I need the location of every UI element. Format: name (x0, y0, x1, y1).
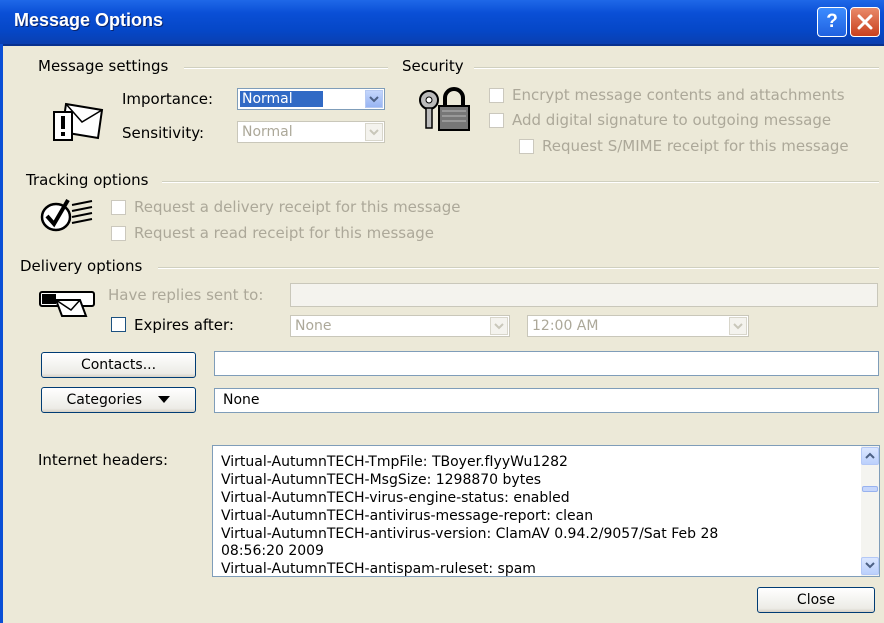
expires-time-select[interactable]: 12:00 AM (527, 315, 749, 337)
smime-receipt-checkbox[interactable] (519, 139, 534, 154)
tracking-options-heading: Tracking options (26, 171, 149, 189)
divider (162, 181, 879, 183)
header-line: Virtual-AutumnTECH-antispam-ruleset: spa… (221, 561, 536, 577)
chevron-down-icon (865, 562, 875, 569)
close-icon (857, 14, 873, 30)
chevron-down-icon (494, 323, 504, 330)
digital-signature-checkbox[interactable] (489, 113, 504, 128)
expires-after-checkbox[interactable] (111, 317, 126, 332)
message-settings-heading: Message settings (38, 57, 169, 75)
chevron-down-icon (733, 323, 743, 330)
chevron-down-icon (369, 96, 379, 103)
expires-date-value: None (295, 318, 332, 334)
importance-label: Importance: (122, 90, 214, 108)
encrypt-checkbox[interactable] (489, 88, 504, 103)
internet-headers-textarea[interactable]: Virtual-AutumnTECH-TmpFile: TBoyer.fIyyW… (212, 445, 880, 577)
hand-envelope-icon (39, 291, 95, 317)
importance-select[interactable]: Normal (237, 88, 385, 110)
window-title: Message Options (14, 10, 164, 30)
internet-headers-label: Internet headers: (38, 451, 169, 469)
security-heading: Security (402, 57, 464, 75)
message-options-dialog: Message Options ? Message settings Impor… (0, 0, 884, 623)
header-line: Virtual-AutumnTECH-antivirus-version: Cl… (221, 526, 719, 542)
sensitivity-label: Sensitivity: (122, 124, 205, 142)
scroll-thumb[interactable] (862, 486, 878, 492)
delivery-receipt-checkbox[interactable] (111, 200, 126, 215)
sensitivity-select[interactable]: Normal (237, 121, 385, 143)
read-receipt-label: Request a read receipt for this message (134, 224, 435, 242)
replies-sent-to-input[interactable] (290, 283, 878, 307)
header-line: Virtual-AutumnTECH-TmpFile: TBoyer.fIyyW… (221, 454, 568, 470)
smime-receipt-label: Request S/MIME receipt for this message (542, 137, 849, 155)
dropdown-button[interactable] (365, 123, 383, 141)
close-window-button[interactable] (850, 7, 880, 37)
categories-value: None (223, 392, 260, 408)
categories-input[interactable]: None (214, 388, 879, 413)
scroll-down-button[interactable] (861, 557, 879, 575)
expires-after-label: Expires after: (134, 316, 234, 334)
header-line: 08:56:20 2009 (221, 543, 324, 559)
window-border (0, 44, 3, 623)
delivery-receipt-label: Request a delivery receipt for this mess… (134, 198, 461, 216)
contacts-button[interactable]: Contacts... (41, 352, 196, 378)
close-button[interactable]: Close (757, 587, 875, 613)
title-bar[interactable]: Message Options ? (0, 0, 884, 46)
header-line: Virtual-AutumnTECH-antivirus-message-rep… (221, 508, 594, 524)
categories-button[interactable]: Categories (41, 387, 196, 413)
chevron-up-icon (865, 452, 875, 459)
header-line: Virtual-AutumnTECH-virus-engine-status: … (221, 490, 570, 506)
sensitivity-value: Normal (242, 124, 293, 140)
digital-signature-label: Add digital signature to outgoing messag… (512, 111, 832, 129)
scroll-up-button[interactable] (861, 447, 879, 465)
vertical-scrollbar[interactable] (861, 446, 879, 576)
divider (158, 267, 879, 269)
divider (474, 67, 879, 69)
help-button[interactable]: ? (817, 7, 847, 37)
encrypt-label: Encrypt message contents and attachments (512, 86, 845, 104)
importance-value: Normal (240, 91, 323, 107)
categories-label: Categories (66, 392, 142, 408)
dropdown-button[interactable] (729, 317, 747, 335)
header-line: Virtual-AutumnTECH-MsgSize: 1298870 byte… (221, 472, 542, 488)
expires-date-select[interactable]: None (290, 315, 510, 337)
caret-down-icon (158, 396, 171, 403)
dropdown-button[interactable] (365, 90, 383, 108)
checkmark-clipboard-icon (40, 198, 93, 232)
chevron-down-icon (369, 129, 379, 136)
replies-sent-to-label: Have replies sent to: (108, 286, 264, 304)
delivery-options-heading: Delivery options (20, 257, 143, 275)
read-receipt-checkbox[interactable] (111, 226, 126, 241)
dropdown-button[interactable] (490, 317, 508, 335)
divider (184, 67, 388, 69)
message-envelope-icon (53, 102, 104, 141)
expires-time-value: 12:00 AM (532, 318, 599, 334)
contacts-input[interactable] (214, 351, 879, 376)
keys-padlock-icon (419, 87, 470, 131)
